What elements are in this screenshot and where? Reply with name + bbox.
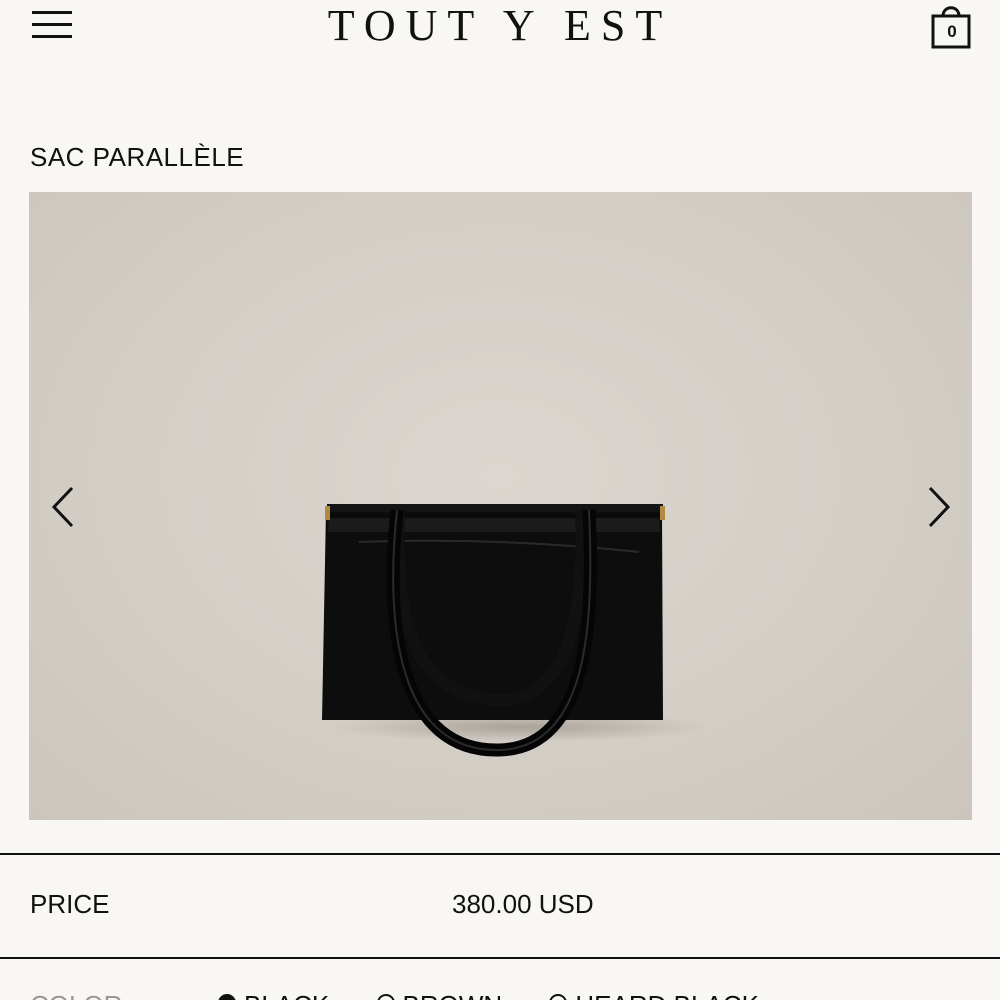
chevron-right-icon[interactable] [916, 485, 956, 529]
divider [0, 957, 1000, 959]
cart-button[interactable]: 0 [930, 4, 974, 50]
product-page: TOUT Y EST 0 SAC PARALLÈLE PRICE 380.00 … [0, 0, 1000, 1000]
color-option-label: BLACK [244, 990, 329, 1000]
cart-count: 0 [947, 22, 957, 41]
color-option-black[interactable]: BLACK [218, 990, 329, 1000]
radio-icon [376, 994, 395, 1000]
product-title: SAC PARALLÈLE [30, 142, 245, 172]
color-label: COLOR [30, 990, 122, 1000]
color-options: BLACK BROWN HEARD BLACK [218, 990, 799, 1000]
color-option-label: HEARD BLACK [575, 990, 759, 1000]
product-image-gallery[interactable] [29, 192, 972, 820]
price-label: PRICE [30, 889, 110, 919]
brand-logo[interactable]: TOUT Y EST [0, 0, 1000, 52]
radio-selected-icon [218, 994, 236, 1000]
divider [0, 853, 1000, 855]
color-option-brown[interactable]: BROWN [376, 990, 503, 1000]
chevron-left-icon[interactable] [46, 485, 86, 529]
color-option-heard-black[interactable]: HEARD BLACK [549, 990, 759, 1000]
radio-icon [549, 994, 568, 1000]
price-value: 380.00 USD [452, 889, 594, 919]
product-image [322, 504, 665, 757]
color-option-label: BROWN [403, 990, 503, 1000]
